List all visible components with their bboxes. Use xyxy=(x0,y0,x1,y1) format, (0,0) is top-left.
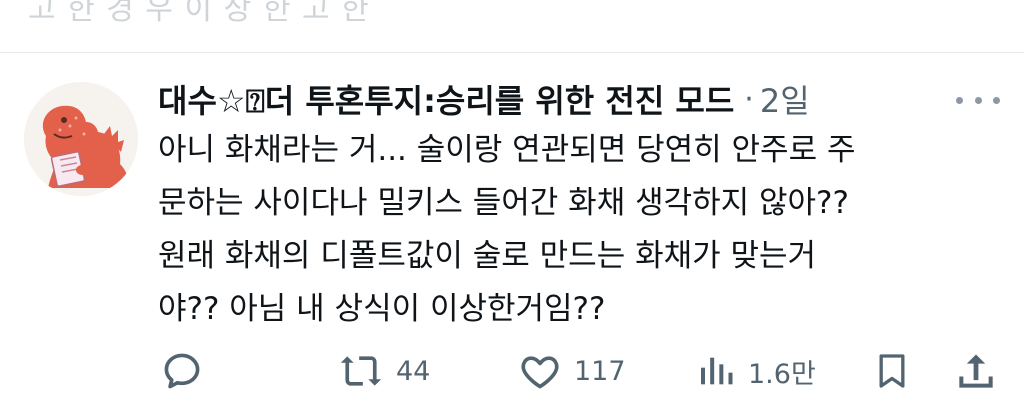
avatar[interactable] xyxy=(24,82,138,196)
bookmark-button[interactable] xyxy=(872,346,912,396)
views-count: 1.6만 xyxy=(748,358,816,390)
share-button[interactable] xyxy=(954,346,998,396)
author-display-name[interactable]: 대수☆⍰더 투혼투지:승리를 위한 전진 모드 xyxy=(158,76,734,122)
bookmark-icon xyxy=(879,354,905,388)
divider xyxy=(0,52,1024,53)
tweet-timestamp[interactable]: 2일 xyxy=(760,76,810,122)
tweet-text: 아니 화채라는 거... 술이랑 연관되면 당연히 안주로 주 문하는 사이다나… xyxy=(158,124,988,336)
tweet-text-line: 원래 화채의 디폴트값이 술로 만드는 화채가 맞는거 xyxy=(158,238,817,274)
heart-icon xyxy=(521,356,559,389)
tweet-text-line: 야?? 아님 내 상식이 이상한거임?? xyxy=(158,291,606,327)
tweet-text-line: 문하는 사이다나 밀키스 들어간 화채 생각하지 않아?? xyxy=(158,185,849,221)
retweet-count: 44 xyxy=(396,355,431,387)
tweet-text-line: 아니 화채라는 거... 술이랑 연관되면 당연히 안주로 주 xyxy=(158,132,856,168)
views-button[interactable]: 1.6만 xyxy=(696,346,816,396)
views-icon xyxy=(701,357,733,385)
more-options-icon[interactable] xyxy=(956,90,1000,110)
tweet-header: 대수☆⍰더 투혼투지:승리를 위한 전진 모드 · 2일 xyxy=(158,76,810,122)
separator-dot: · xyxy=(744,81,754,117)
retweet-button[interactable]: 44 xyxy=(338,346,430,396)
share-icon xyxy=(959,354,993,388)
retweet-icon xyxy=(340,356,382,386)
action-bar: 44 117 1.6만 xyxy=(0,346,1024,396)
like-count: 117 xyxy=(574,355,626,387)
reply-icon xyxy=(164,353,200,389)
reply-button[interactable] xyxy=(160,346,204,396)
like-button[interactable]: 117 xyxy=(518,346,626,396)
dinosaur-avatar-icon xyxy=(24,82,138,196)
previous-tweet-text: 고 한 경 우 이 상 한 고 한 xyxy=(28,0,370,27)
